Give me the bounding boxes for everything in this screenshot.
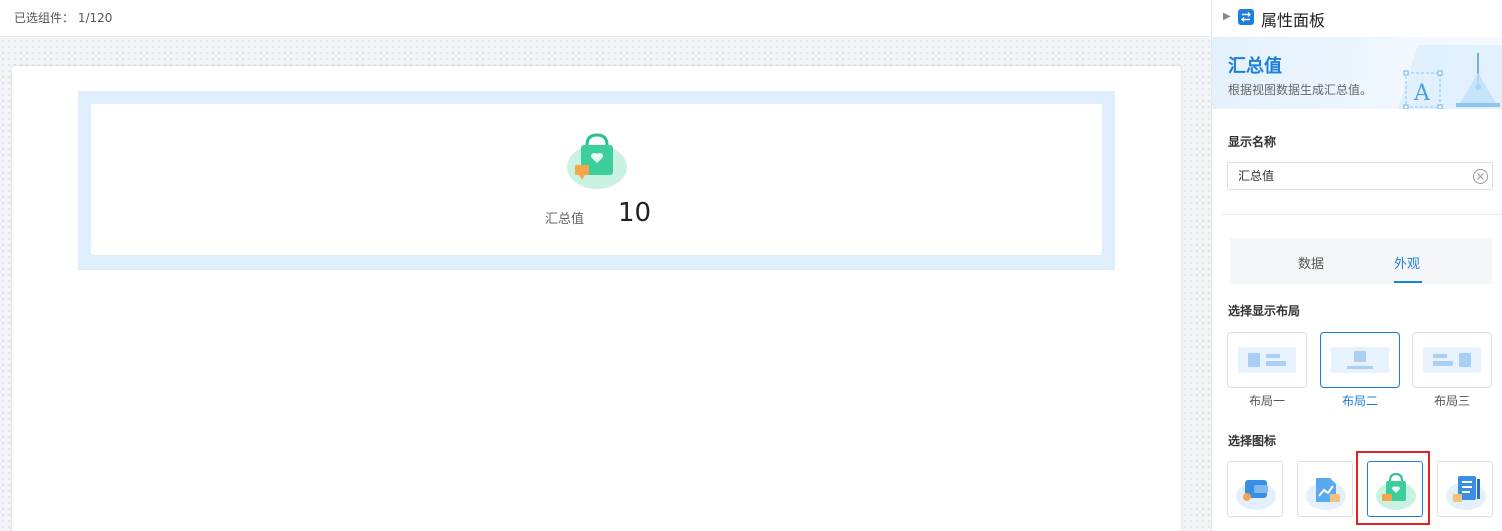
- layout-three-preview-icon: [1423, 347, 1481, 373]
- display-name-input[interactable]: [1238, 168, 1458, 182]
- display-name-field[interactable]: [1227, 162, 1493, 190]
- layout-option-1[interactable]: [1227, 332, 1307, 388]
- icon-option-wallet[interactable]: [1227, 461, 1283, 517]
- layout-option-2[interactable]: [1320, 332, 1400, 388]
- summary-widget[interactable]: 汇总值 10: [78, 91, 1115, 270]
- panel-title: 属性面板: [1261, 11, 1326, 30]
- divider: [1222, 214, 1502, 215]
- editor-area: 已选组件： 1/120 汇总值 10: [0, 0, 1211, 531]
- component-banner: 汇总值 根据视图数据生成汇总值。 A: [1212, 37, 1502, 109]
- chart-card-icon: [1306, 478, 1346, 510]
- dashboard-card: 汇总值 10: [12, 66, 1181, 531]
- display-name-label: 显示名称: [1228, 135, 1277, 149]
- text-tool-illustration-icon: A: [1398, 45, 1502, 109]
- icon-section-title: 选择图标: [1228, 434, 1277, 448]
- document-icon: [1446, 476, 1486, 510]
- design-canvas[interactable]: 汇总值 10: [0, 38, 1211, 531]
- layout-option-3[interactable]: [1412, 332, 1492, 388]
- selection-bar: 已选组件： 1/120: [0, 0, 1211, 37]
- shopping-bag-icon: [567, 133, 627, 189]
- tab-appearance[interactable]: 外观: [1394, 253, 1420, 272]
- layout-one-preview-icon: [1238, 347, 1296, 373]
- banner-title: 汇总值: [1228, 56, 1282, 77]
- layout-option-2-label: 布局二: [1341, 394, 1378, 408]
- widget-value: 10: [618, 198, 652, 228]
- panel-settings-icon: [1238, 9, 1254, 25]
- summary-widget-body: 汇总值 10: [91, 104, 1102, 255]
- collapse-caret-icon[interactable]: ▶: [1223, 11, 1231, 22]
- wallet-icon: [1236, 480, 1276, 510]
- panel-header: ▶ 属性面板: [1212, 0, 1502, 36]
- selected-icon-highlight: [1356, 451, 1430, 525]
- layout-option-1-label: 布局一: [1248, 394, 1285, 408]
- selection-count: 已选组件： 1/120: [14, 11, 113, 25]
- icon-option-chart-card[interactable]: [1297, 461, 1353, 517]
- icon-option-document[interactable]: [1437, 461, 1493, 517]
- active-tab-indicator: [1394, 281, 1422, 283]
- layout-section-title: 选择显示布局: [1228, 304, 1301, 318]
- panel-tabs: 数据 外观: [1230, 238, 1492, 284]
- svg-text:A: A: [1413, 81, 1431, 106]
- widget-label: 汇总值: [545, 212, 585, 227]
- banner-description: 根据视图数据生成汇总值。: [1228, 83, 1373, 97]
- layout-option-3-label: 布局三: [1433, 394, 1470, 408]
- tab-data[interactable]: 数据: [1298, 253, 1324, 272]
- clear-icon[interactable]: [1472, 168, 1489, 185]
- layout-two-preview-icon: [1331, 347, 1389, 373]
